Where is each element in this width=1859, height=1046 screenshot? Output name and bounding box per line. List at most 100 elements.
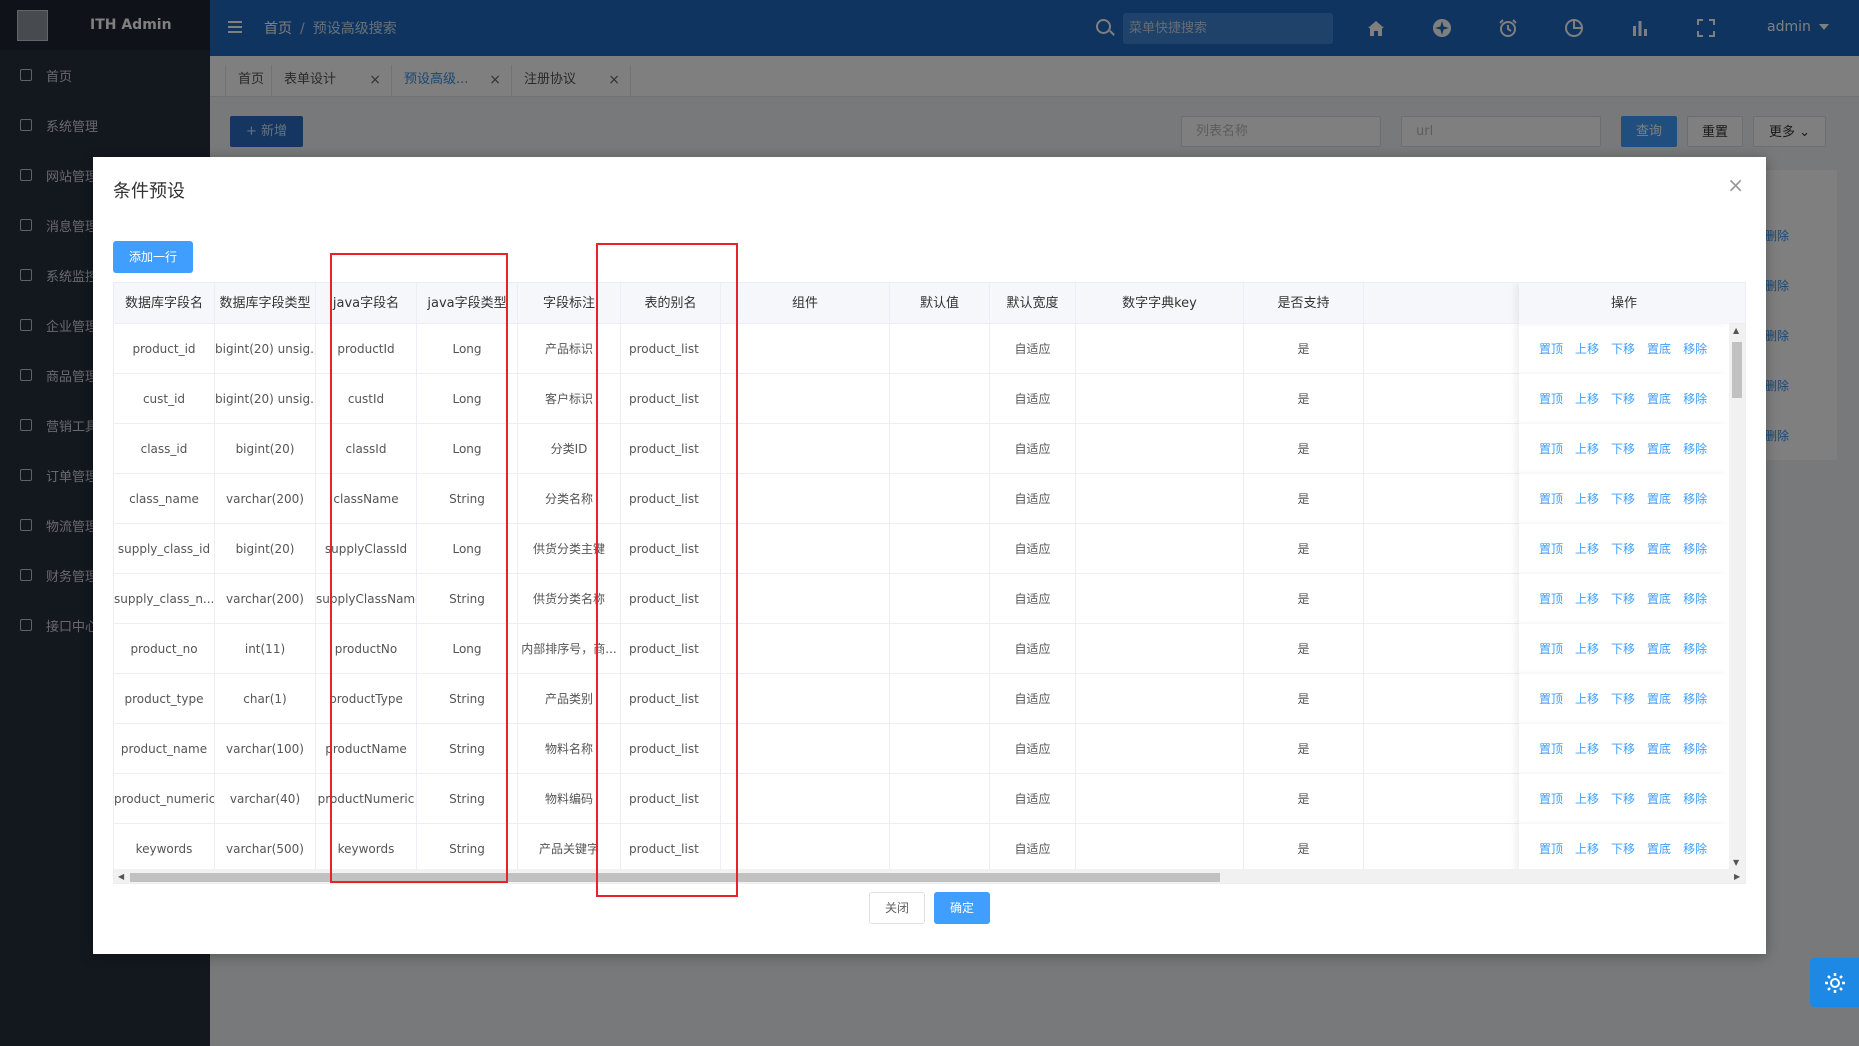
vertical-scrollbar[interactable]: ▲ ▼ — [1729, 324, 1745, 869]
row-action-link[interactable]: 置底 — [1647, 492, 1671, 506]
row-action-link[interactable]: 移除 — [1683, 842, 1707, 856]
vertical-scroll-thumb[interactable] — [1732, 342, 1742, 398]
row-action-link[interactable]: 移除 — [1683, 442, 1707, 456]
row-action-link[interactable]: 置底 — [1647, 592, 1671, 606]
row-action-link[interactable]: 置顶 — [1539, 542, 1563, 556]
settings-button[interactable] — [1810, 958, 1859, 1007]
cell-component — [721, 724, 890, 774]
cell-db-field: product_numeric — [114, 774, 215, 824]
column-header: 组件 — [721, 283, 890, 324]
row-actions: 置顶 上移 下移 置底 移除 — [1519, 324, 1729, 374]
cell-db-field: keywords — [114, 824, 215, 869]
cell-dict-key — [1076, 674, 1244, 724]
row-action-link[interactable]: 下移 — [1611, 392, 1635, 406]
row-action-link[interactable]: 移除 — [1683, 342, 1707, 356]
column-header: 数据库字段名 — [114, 283, 215, 324]
row-action-link[interactable]: 下移 — [1611, 342, 1635, 356]
cell-db-type: varchar(100) — [215, 724, 316, 774]
row-action-link[interactable]: 置顶 — [1539, 392, 1563, 406]
cell-db-type: varchar(500) — [215, 824, 316, 869]
row-action-link[interactable]: 移除 — [1683, 742, 1707, 756]
row-action-link[interactable]: 下移 — [1611, 492, 1635, 506]
cell-default — [890, 624, 990, 674]
row-action-link[interactable]: 置顶 — [1539, 442, 1563, 456]
row-action-link[interactable]: 上移 — [1575, 642, 1599, 656]
cell-dict-key — [1076, 424, 1244, 474]
row-action-link[interactable]: 置顶 — [1539, 742, 1563, 756]
row-action-link[interactable]: 上移 — [1575, 842, 1599, 856]
confirm-button[interactable]: 确定 — [934, 892, 990, 924]
row-action-link[interactable]: 上移 — [1575, 492, 1599, 506]
row-action-link[interactable]: 上移 — [1575, 592, 1599, 606]
cell-width: 自适应 — [990, 674, 1076, 724]
row-actions: 置顶 上移 下移 置底 移除 — [1519, 824, 1729, 869]
row-actions: 置顶 上移 下移 置底 移除 — [1519, 524, 1729, 574]
row-action-link[interactable]: 下移 — [1611, 642, 1635, 656]
cell-db-type: varchar(200) — [215, 574, 316, 624]
row-action-link[interactable]: 置顶 — [1539, 692, 1563, 706]
row-action-link[interactable]: 置顶 — [1539, 792, 1563, 806]
row-action-link[interactable]: 置顶 — [1539, 342, 1563, 356]
cell-width: 自适应 — [990, 474, 1076, 524]
row-action-link[interactable]: 上移 — [1575, 792, 1599, 806]
dialog-title: 条件预设 — [113, 181, 185, 202]
row-action-link[interactable]: 置底 — [1647, 642, 1671, 656]
row-action-link[interactable]: 置底 — [1647, 342, 1671, 356]
cell-dict-key — [1076, 524, 1244, 574]
row-actions: 置顶 上移 下移 置底 移除 — [1519, 574, 1729, 624]
row-action-link[interactable]: 置底 — [1647, 842, 1671, 856]
row-action-link[interactable]: 上移 — [1575, 542, 1599, 556]
cell-support: 是 — [1244, 424, 1364, 474]
cell-width: 自适应 — [990, 624, 1076, 674]
row-actions: 置顶 上移 下移 置底 移除 — [1519, 624, 1729, 674]
row-action-link[interactable]: 移除 — [1683, 542, 1707, 556]
row-action-link[interactable]: 上移 — [1575, 392, 1599, 406]
cancel-button[interactable]: 关闭 — [869, 892, 925, 924]
row-action-link[interactable]: 下移 — [1611, 742, 1635, 756]
row-action-link[interactable]: 上移 — [1575, 692, 1599, 706]
row-action-link[interactable]: 移除 — [1683, 642, 1707, 656]
cell-component — [721, 324, 890, 374]
row-action-link[interactable]: 上移 — [1575, 442, 1599, 456]
row-action-link[interactable]: 置底 — [1647, 392, 1671, 406]
row-action-link[interactable]: 置顶 — [1539, 842, 1563, 856]
cell-default — [890, 324, 990, 374]
row-action-link[interactable]: 下移 — [1611, 442, 1635, 456]
cell-support: 是 — [1244, 774, 1364, 824]
row-action-link[interactable]: 置顶 — [1539, 492, 1563, 506]
row-action-link[interactable]: 置底 — [1647, 442, 1671, 456]
add-row-button[interactable]: 添加一行 — [113, 241, 193, 273]
row-action-link[interactable]: 移除 — [1683, 792, 1707, 806]
cell-db-type: int(11) — [215, 624, 316, 674]
row-action-link[interactable]: 置底 — [1647, 692, 1671, 706]
cell-component — [721, 524, 890, 574]
cell-default — [890, 524, 990, 574]
cell-db-type: bigint(20) unsig... — [215, 324, 316, 374]
cell-db-field: product_id — [114, 324, 215, 374]
column-header: 数字字典key — [1076, 283, 1244, 324]
close-icon[interactable]: × — [1727, 173, 1744, 197]
cell-db-type: bigint(20) unsig... — [215, 374, 316, 424]
cell-width: 自适应 — [990, 524, 1076, 574]
row-action-link[interactable]: 下移 — [1611, 692, 1635, 706]
row-action-link[interactable]: 移除 — [1683, 692, 1707, 706]
cell-db-type: varchar(40) — [215, 774, 316, 824]
row-action-link[interactable]: 移除 — [1683, 592, 1707, 606]
row-action-link[interactable]: 下移 — [1611, 542, 1635, 556]
row-actions: 置顶 上移 下移 置底 移除 — [1519, 424, 1729, 474]
column-header-actions: 操作 — [1519, 283, 1729, 324]
row-action-link[interactable]: 置底 — [1647, 742, 1671, 756]
cell-component — [721, 374, 890, 424]
row-action-link[interactable]: 置顶 — [1539, 592, 1563, 606]
cell-component — [721, 474, 890, 524]
row-action-link[interactable]: 移除 — [1683, 492, 1707, 506]
row-action-link[interactable]: 下移 — [1611, 842, 1635, 856]
row-action-link[interactable]: 上移 — [1575, 742, 1599, 756]
row-action-link[interactable]: 置底 — [1647, 542, 1671, 556]
row-action-link[interactable]: 下移 — [1611, 792, 1635, 806]
row-action-link[interactable]: 置顶 — [1539, 642, 1563, 656]
row-action-link[interactable]: 下移 — [1611, 592, 1635, 606]
row-action-link[interactable]: 移除 — [1683, 392, 1707, 406]
row-action-link[interactable]: 上移 — [1575, 342, 1599, 356]
row-action-link[interactable]: 置底 — [1647, 792, 1671, 806]
